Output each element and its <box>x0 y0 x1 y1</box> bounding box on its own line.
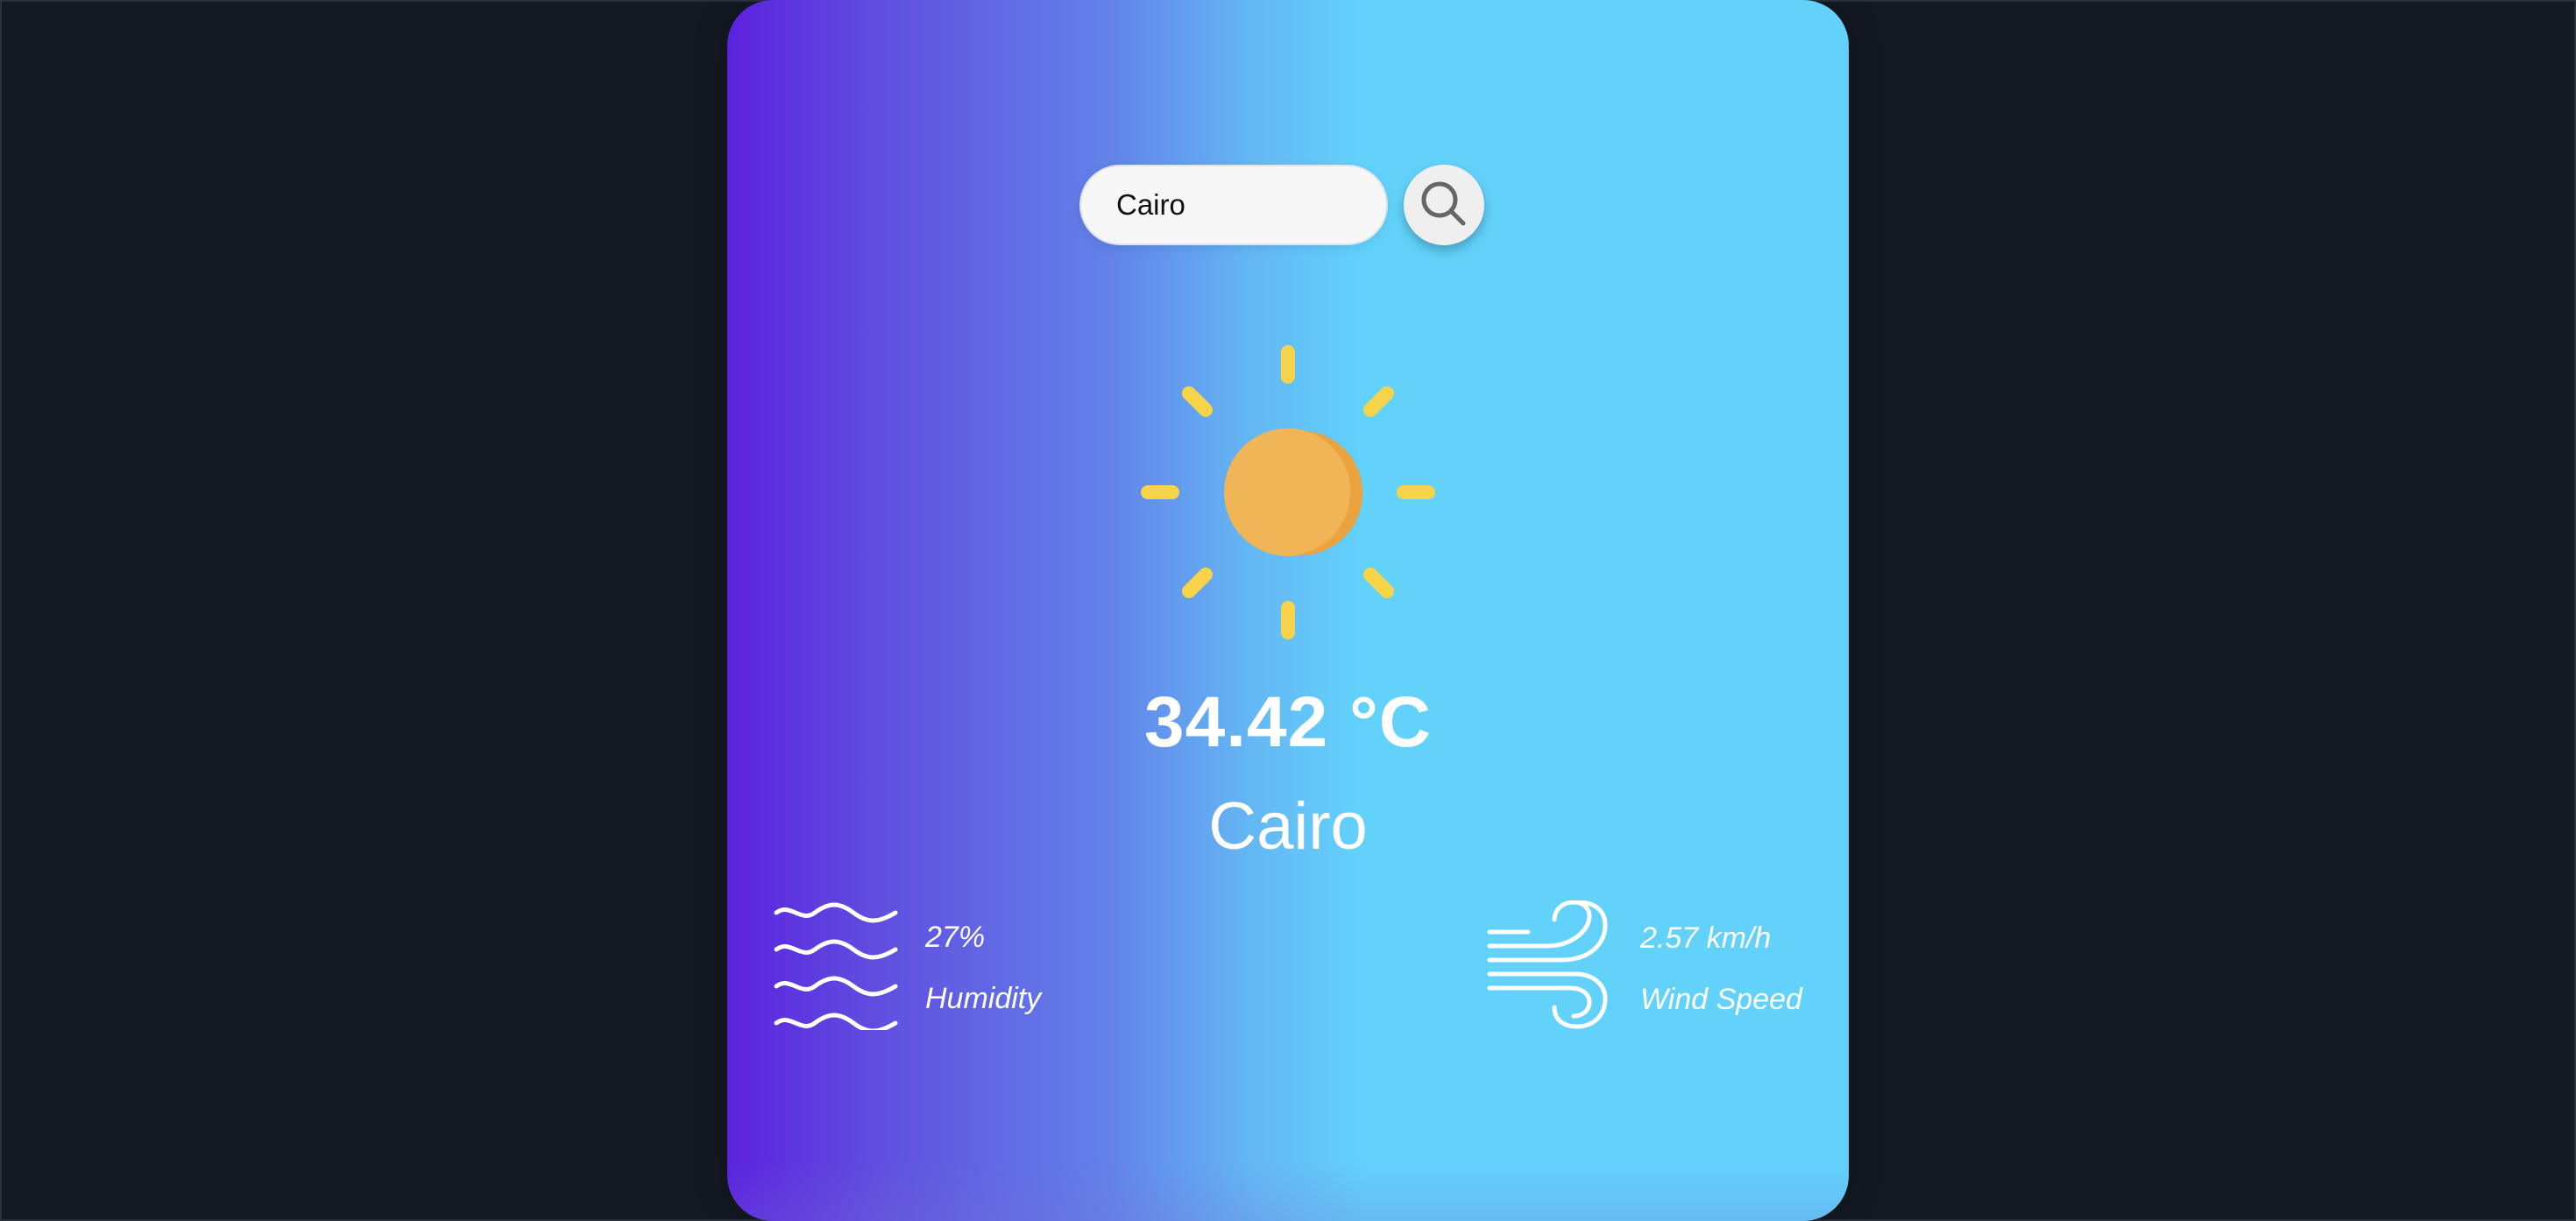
humidity-detail: 27% Humidity <box>773 900 1041 1034</box>
search-button[interactable] <box>1404 165 1484 245</box>
wind-speed-label: Wind Speed <box>1640 982 1802 1016</box>
humidity-label: Humidity <box>925 981 1042 1015</box>
wind-icon <box>1483 900 1614 1036</box>
humidity-value: 27% <box>925 920 986 954</box>
city-name: Cairo <box>1208 789 1368 864</box>
weather-card: 34.42 °C Cairo 27% Humidity <box>727 0 1849 1221</box>
sun-icon <box>1139 343 1437 641</box>
search-icon <box>1417 177 1471 234</box>
humidity-text: 27% Humidity <box>925 922 1041 1013</box>
app-viewport: 34.42 °C Cairo 27% Humidity <box>0 0 2576 1221</box>
wind-text: 2.57 km/h Wind Speed <box>1640 923 1802 1014</box>
wind-detail: 2.57 km/h Wind Speed <box>1483 900 1802 1036</box>
city-search-input[interactable] <box>1079 165 1388 245</box>
wind-speed-value: 2.57 km/h <box>1640 921 1772 955</box>
temperature-value: 34.42 °C <box>1144 682 1432 762</box>
humidity-waves-icon <box>773 900 899 1034</box>
search-bar <box>1079 165 1484 245</box>
